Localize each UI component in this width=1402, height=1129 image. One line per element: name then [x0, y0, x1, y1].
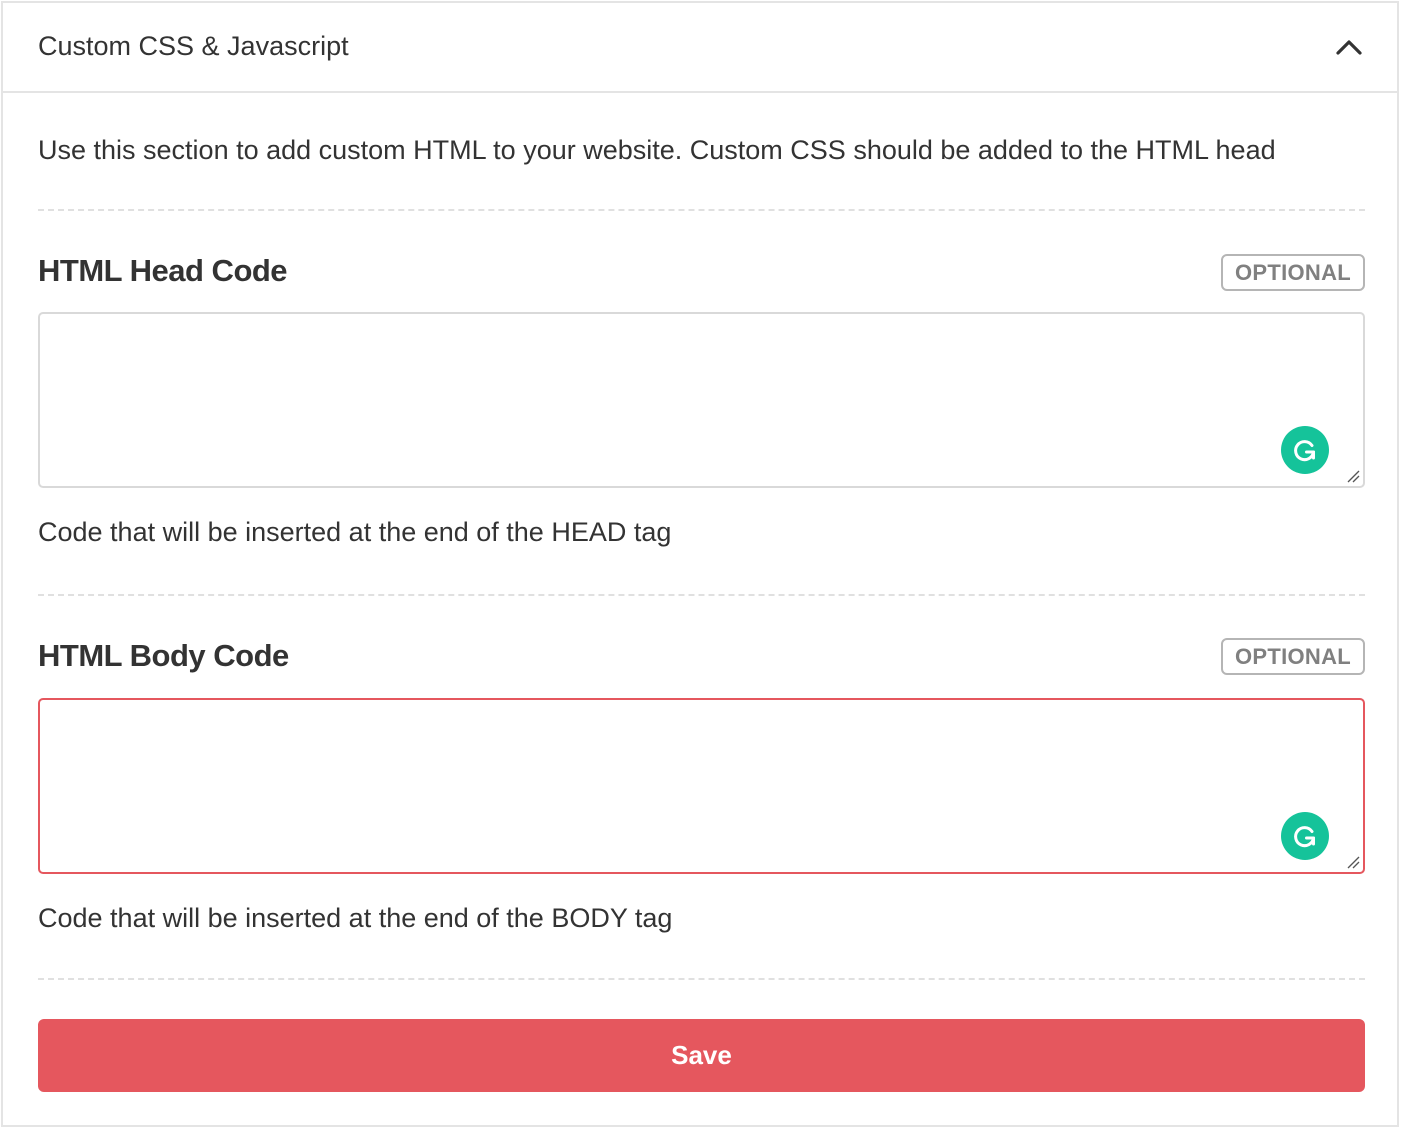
panel-title: Custom CSS & Javascript: [38, 31, 349, 61]
divider: [38, 209, 1365, 211]
grammarly-icon[interactable]: [1281, 812, 1329, 860]
optional-badge: OPTIONAL: [1221, 638, 1365, 675]
divider: [38, 594, 1365, 596]
head-code-textarea[interactable]: [38, 312, 1365, 488]
body-code-label: HTML Body Code: [38, 638, 289, 673]
body-code-textarea[interactable]: [38, 698, 1365, 874]
head-code-help: Code that will be inserted at the end of…: [38, 517, 672, 547]
section-description: Use this section to add custom HTML to y…: [38, 135, 1276, 165]
head-code-label: HTML Head Code: [38, 253, 288, 288]
divider: [38, 978, 1365, 980]
panel-header[interactable]: Custom CSS & Javascript: [3, 3, 1397, 93]
custom-code-panel: Custom CSS & Javascript Use this section…: [1, 1, 1399, 1127]
save-button[interactable]: Save: [38, 1019, 1365, 1092]
chevron-up-icon[interactable]: [1331, 29, 1367, 65]
resize-handle-icon[interactable]: [1346, 469, 1360, 483]
grammarly-icon[interactable]: [1281, 426, 1329, 474]
body-code-help: Code that will be inserted at the end of…: [38, 903, 673, 933]
resize-handle-icon[interactable]: [1346, 855, 1360, 869]
optional-badge: OPTIONAL: [1221, 254, 1365, 291]
